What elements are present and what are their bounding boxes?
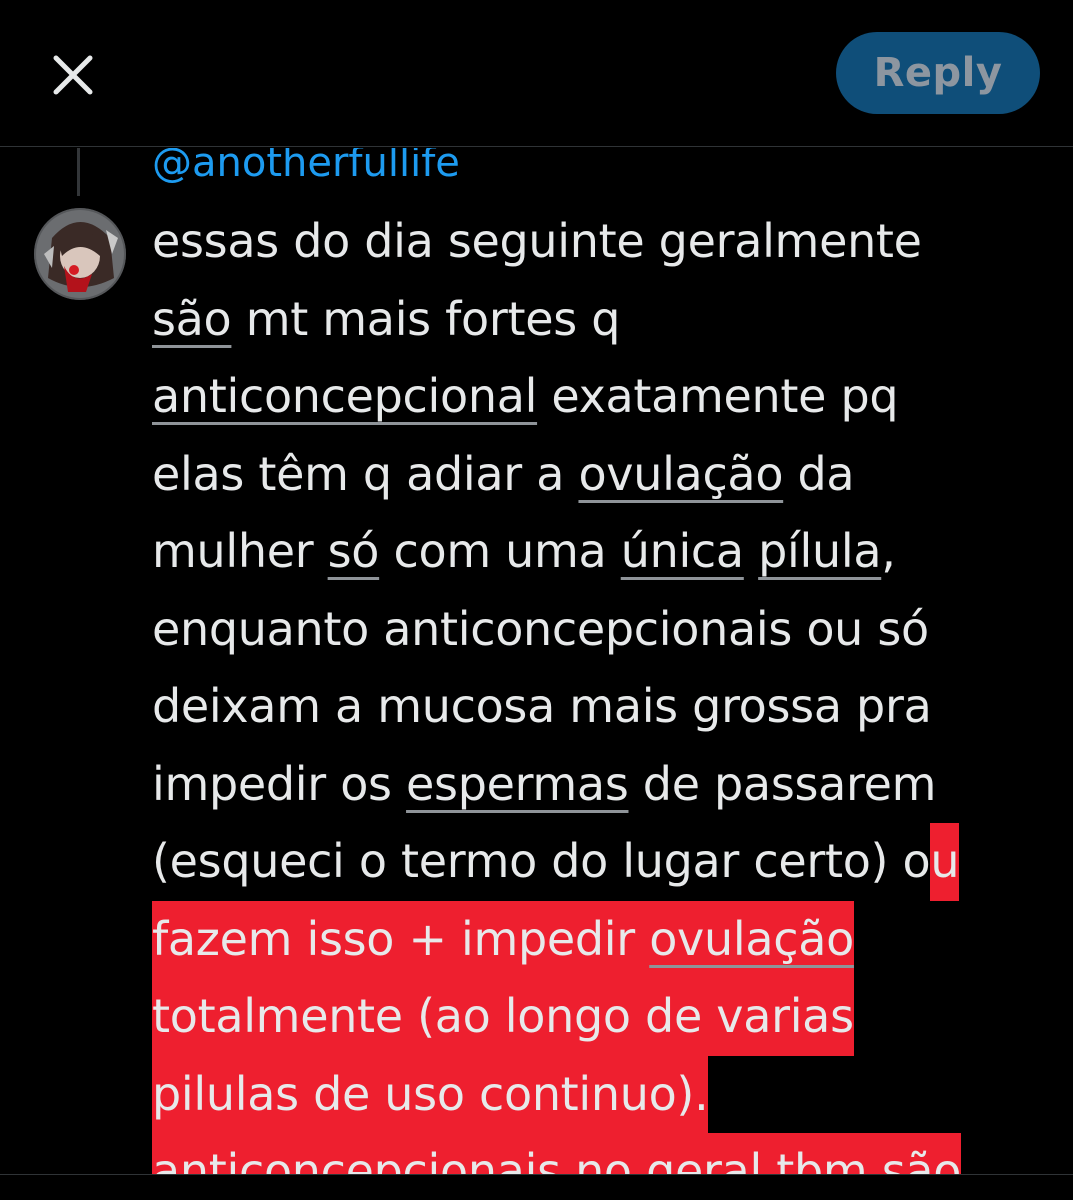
highlighted-text: totalmente (ao longo de varias (152, 978, 854, 1056)
text-segment (744, 524, 758, 578)
text-line: mulher só com uma única pílula, (152, 513, 1052, 591)
text-segment: exatamente pq (537, 369, 899, 423)
underlined-word: anticoncepcional (152, 369, 538, 423)
avatar-image (34, 208, 126, 300)
text-segment: deixam a mucosa mais grossa pra (152, 679, 932, 733)
text-line: essas do dia seguinte geralmente (152, 203, 1052, 281)
highlighted-text: fazem isso + impedir ovulação (152, 900, 854, 978)
underlined-word: única (620, 524, 744, 578)
underlined-word: pílula (758, 524, 882, 578)
underlined-word: ovulação (578, 446, 784, 501)
close-icon (53, 55, 93, 95)
highlighted-text: anticoncepcionais no geral tbm são (152, 1133, 961, 1174)
reply-button[interactable]: Reply (836, 32, 1040, 114)
text-segment: essas do dia seguinte geralmente (152, 214, 922, 268)
text-segment: (esqueci o termo do lugar certo) o (152, 834, 931, 888)
text-segment: impedir os (152, 756, 407, 811)
thread-connector-line (77, 148, 80, 196)
highlighted-text: pilulas de uso continuo). (152, 1055, 709, 1133)
underlined-word: são (152, 291, 232, 346)
text-line: anticoncepcionais no geral tbm são (152, 1133, 1052, 1174)
underlined-word: só (327, 524, 380, 578)
tweet-text: essas do dia seguinte geralmente são mt … (152, 203, 1052, 1174)
text-line: deixam a mucosa mais grossa pra (152, 668, 1052, 746)
text-segment: com uma (379, 524, 621, 578)
compose-header: Reply (0, 0, 1073, 147)
text-segment: de passarem (628, 756, 937, 811)
text-segment: elas têm q adiar a (152, 446, 579, 501)
bottom-divider (0, 1174, 1073, 1200)
highlighted-text: u (930, 823, 960, 901)
underlined-word: espermas (406, 756, 629, 811)
underlined-word: ovulação (649, 911, 854, 966)
text-line: fazem isso + impedir ovulação (152, 900, 1052, 978)
reply-context: @anotherfullife essas do dia seguinte ge… (0, 148, 1073, 1174)
text-segment: enquanto anticoncepcionais ou só (152, 601, 929, 656)
text-line: pilulas de uso continuo). (152, 1055, 1052, 1133)
text-segment: mt mais fortes q (231, 291, 621, 346)
text-line: elas têm q adiar a ovulação da (152, 436, 1052, 514)
text-line: totalmente (ao longo de varias (152, 978, 1052, 1056)
text-line: são mt mais fortes q (152, 281, 1052, 359)
avatar[interactable] (34, 208, 126, 300)
text-segment: mulher (152, 524, 328, 578)
close-button[interactable] (48, 50, 98, 100)
replying-to-handle[interactable]: @anotherfullife (152, 148, 460, 188)
text-segment: , (881, 524, 896, 578)
text-segment: da (783, 446, 855, 501)
text-line: enquanto anticoncepcionais ou só (152, 591, 1052, 669)
text-line: impedir os espermas de passarem (152, 746, 1052, 824)
text-segment: fazem isso + impedir (152, 911, 650, 966)
text-line: (esqueci o termo do lugar certo) ou (152, 823, 1052, 901)
text-line: anticoncepcional exatamente pq (152, 358, 1052, 436)
